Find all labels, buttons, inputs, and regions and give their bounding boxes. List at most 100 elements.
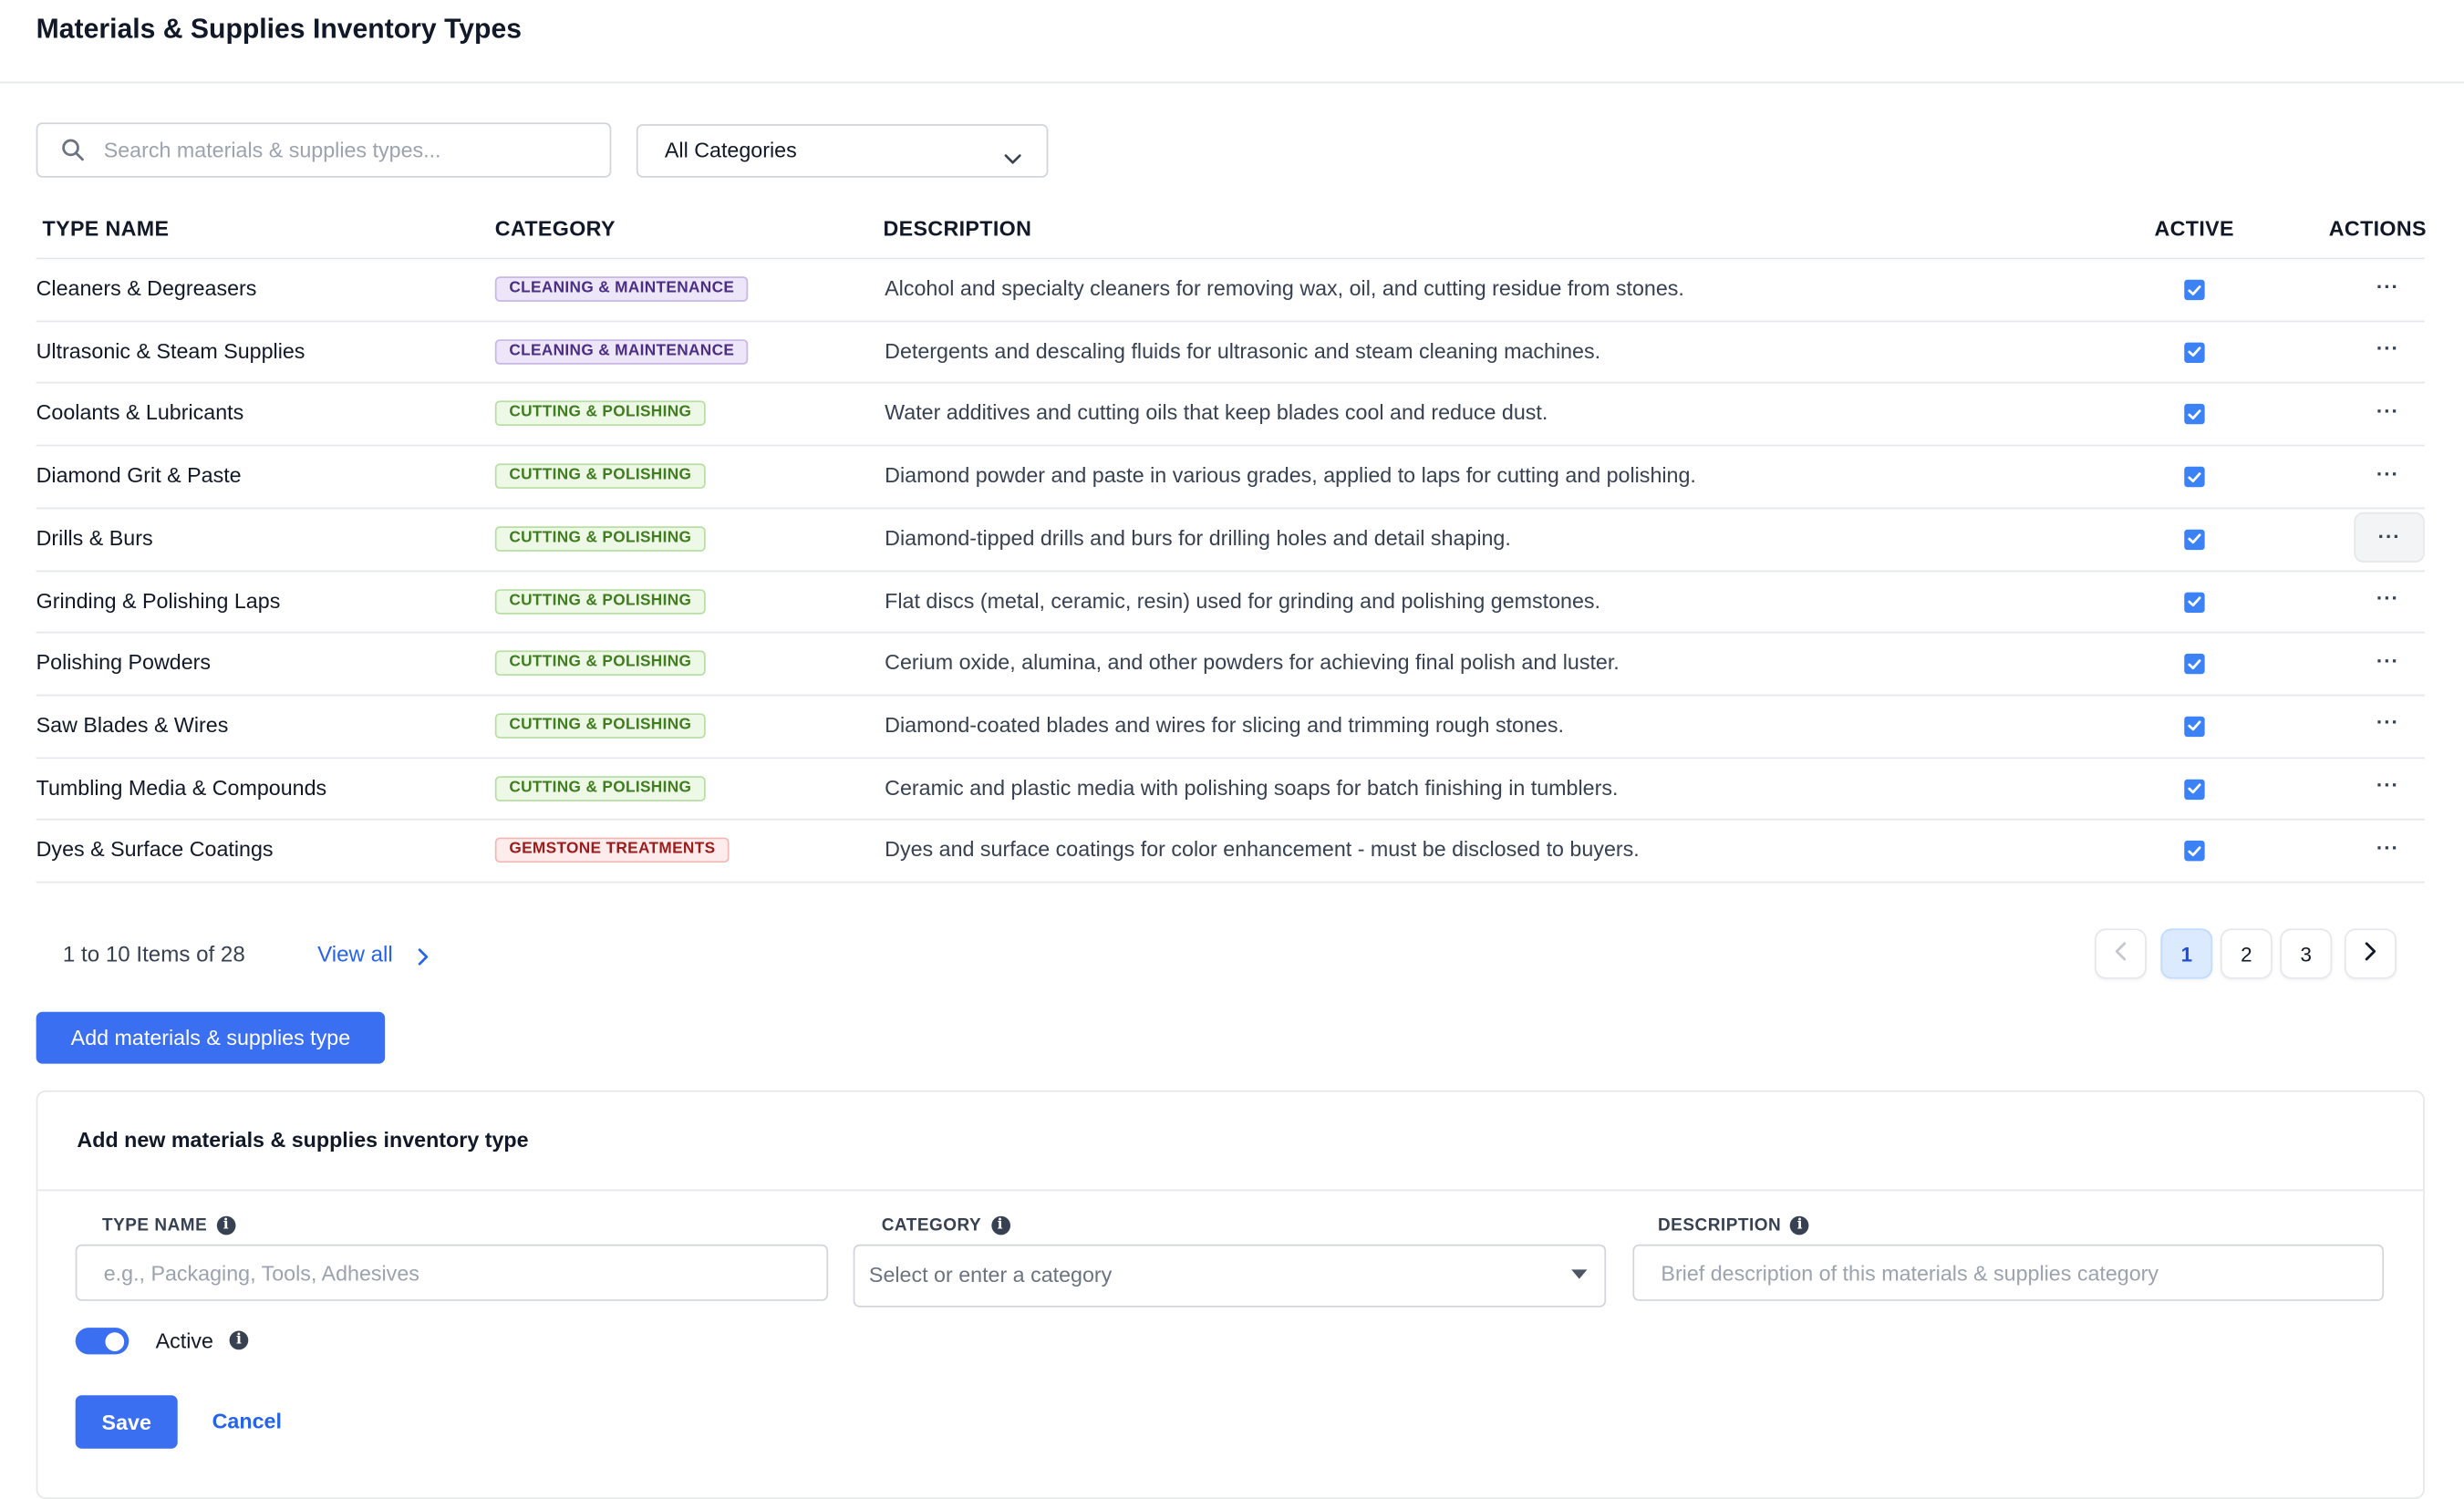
table-row: Tumbling Media & Compounds CUTTING & POLI… bbox=[36, 757, 2425, 820]
chevron-left-icon bbox=[2114, 941, 2128, 967]
type-name-cell: Cleaners & Degreasers bbox=[36, 276, 257, 301]
row-actions-button[interactable]: ··· bbox=[2354, 263, 2421, 310]
type-name-cell: Drills & Burs bbox=[36, 525, 153, 550]
type-name-field[interactable] bbox=[75, 1244, 829, 1301]
row-divider bbox=[36, 881, 2425, 884]
active-checkbox[interactable] bbox=[2184, 591, 2205, 613]
add-type-button[interactable]: Add materials & supplies type bbox=[36, 1011, 386, 1064]
table-row: Polishing Powders CUTTING & POLISHING Ceri… bbox=[36, 632, 2425, 695]
column-header-category[interactable]: CATEGORY bbox=[495, 217, 616, 241]
search-input[interactable] bbox=[103, 124, 591, 176]
active-toggle[interactable] bbox=[75, 1328, 129, 1355]
active-checkbox[interactable] bbox=[2184, 654, 2205, 675]
type-name-cell: Tumbling Media & Compounds bbox=[36, 775, 327, 800]
description-cell: Water additives and cutting oils that ke… bbox=[885, 401, 1548, 425]
active-checkbox[interactable] bbox=[2184, 779, 2205, 800]
type-name-input[interactable] bbox=[77, 1246, 827, 1300]
pagination-next-button[interactable] bbox=[2345, 928, 2397, 979]
info-icon[interactable]: i bbox=[990, 1215, 1010, 1235]
category-badge: CLEANING & MAINTENANCE bbox=[494, 276, 749, 302]
type-name-cell: Dyes & Surface Coatings bbox=[36, 837, 274, 862]
category-badge: CUTTING & POLISHING bbox=[494, 588, 706, 614]
form-title: Add new materials & supplies inventory t… bbox=[77, 1128, 529, 1153]
pagination-prev-button[interactable] bbox=[2095, 928, 2147, 979]
pagination-summary: 1 to 10 Items of 28 bbox=[62, 941, 245, 967]
row-actions-button[interactable]: ··· bbox=[2354, 325, 2421, 372]
pagination-page-2[interactable]: 2 bbox=[2220, 928, 2272, 979]
column-header-type-name[interactable]: TYPE NAME bbox=[43, 217, 170, 241]
page-title: Materials & Supplies Inventory Types bbox=[36, 12, 522, 45]
category-label: CATEGORY i bbox=[881, 1215, 1010, 1235]
pagination-page-3[interactable]: 3 bbox=[2280, 928, 2333, 979]
row-actions-button[interactable]: ··· bbox=[2354, 761, 2421, 809]
view-all-link[interactable]: View all bbox=[317, 941, 393, 967]
toggle-knob bbox=[105, 1331, 125, 1351]
info-icon[interactable]: i bbox=[216, 1215, 236, 1235]
description-label: DESCRIPTION i bbox=[1658, 1215, 1810, 1235]
checkmark-icon bbox=[2188, 346, 2201, 357]
row-actions-button[interactable]: ··· bbox=[2354, 512, 2425, 563]
description-field[interactable] bbox=[1632, 1244, 2385, 1301]
category-badge: CUTTING & POLISHING bbox=[494, 650, 706, 677]
active-checkbox[interactable] bbox=[2184, 466, 2205, 488]
description-cell: Flat discs (metal, ceramic, resin) used … bbox=[885, 588, 1601, 613]
description-cell: Cerium oxide, alumina, and other powders… bbox=[885, 650, 1620, 675]
chevron-right-icon[interactable] bbox=[417, 946, 430, 974]
category-label-text: CATEGORY bbox=[881, 1215, 982, 1235]
active-checkbox[interactable] bbox=[2184, 716, 2205, 737]
checkmark-icon bbox=[2188, 783, 2201, 794]
type-name-cell: Diamond Grit & Paste bbox=[36, 463, 242, 488]
description-cell: Diamond-tipped drills and burs for drill… bbox=[885, 525, 1511, 550]
row-actions-button[interactable]: ··· bbox=[2354, 636, 2421, 684]
table-row: Drills & Burs CUTTING & POLISHING Diamond-… bbox=[36, 507, 2425, 570]
category-combobox[interactable]: Select or enter a category bbox=[853, 1244, 1607, 1308]
description-cell: Detergents and descaling fluids for ultr… bbox=[885, 338, 1601, 363]
checkmark-icon bbox=[2188, 471, 2201, 482]
column-header-active[interactable]: ACTIVE bbox=[2155, 217, 2234, 241]
row-actions-button[interactable]: ··· bbox=[2354, 450, 2421, 497]
category-badge: CUTTING & POLISHING bbox=[494, 463, 706, 490]
pagination-page-1[interactable]: 1 bbox=[2160, 928, 2213, 979]
table-row: Cleaners & Degreasers CLEANING & MAINTENA… bbox=[36, 258, 2425, 321]
checkmark-icon bbox=[2188, 284, 2201, 295]
active-checkbox[interactable] bbox=[2184, 529, 2205, 550]
active-toggle-label: Active bbox=[155, 1328, 213, 1353]
description-cell: Ceramic and plastic media with polishing… bbox=[885, 775, 1619, 800]
description-cell: Diamond-coated blades and wires for slic… bbox=[885, 713, 1564, 737]
row-actions-button[interactable]: ··· bbox=[2354, 699, 2421, 747]
caret-down-icon[interactable] bbox=[1571, 1269, 1588, 1279]
description-cell: Alcohol and specialty cleaners for remov… bbox=[885, 276, 1684, 301]
category-badge: CLEANING & MAINTENANCE bbox=[494, 338, 749, 365]
active-checkbox[interactable] bbox=[2184, 342, 2205, 363]
category-badge: CUTTING & POLISHING bbox=[494, 401, 706, 427]
table-row: Ultrasonic & Steam Supplies CLEANING & MA… bbox=[36, 320, 2425, 383]
form-divider bbox=[37, 1189, 2424, 1192]
table-row: Coolants & Lubricants CUTTING & POLISHING… bbox=[36, 382, 2425, 445]
table-row: Diamond Grit & Paste CUTTING & POLISHING D… bbox=[36, 445, 2425, 508]
save-button[interactable]: Save bbox=[75, 1395, 178, 1449]
active-checkbox[interactable] bbox=[2184, 404, 2205, 425]
category-filter-select[interactable]: All Categories bbox=[636, 124, 1049, 178]
checkmark-icon bbox=[2188, 721, 2201, 731]
cancel-button[interactable]: Cancel bbox=[212, 1410, 282, 1433]
chevron-down-icon bbox=[1004, 145, 1021, 173]
checkmark-icon bbox=[2188, 658, 2201, 669]
chevron-right-icon bbox=[2364, 941, 2378, 967]
category-filter-value: All Categories bbox=[664, 138, 797, 162]
checkmark-icon bbox=[2188, 409, 2201, 419]
active-checkbox[interactable] bbox=[2184, 841, 2205, 862]
column-header-description[interactable]: DESCRIPTION bbox=[883, 217, 1031, 241]
info-icon[interactable]: i bbox=[229, 1330, 249, 1350]
active-checkbox[interactable] bbox=[2184, 279, 2205, 301]
table-row: Saw Blades & Wires CUTTING & POLISHING Dia… bbox=[36, 694, 2425, 757]
search-box[interactable] bbox=[36, 122, 612, 178]
checkmark-icon bbox=[2188, 596, 2201, 607]
info-icon[interactable]: i bbox=[1790, 1215, 1810, 1235]
row-actions-button[interactable]: ··· bbox=[2354, 388, 2421, 435]
checkmark-icon bbox=[2188, 845, 2201, 856]
category-badge: CUTTING & POLISHING bbox=[494, 775, 706, 801]
column-header-actions: ACTIONS bbox=[2328, 216, 2427, 241]
description-input[interactable] bbox=[1634, 1246, 2383, 1300]
row-actions-button[interactable]: ··· bbox=[2354, 823, 2421, 871]
row-actions-button[interactable]: ··· bbox=[2354, 574, 2421, 622]
